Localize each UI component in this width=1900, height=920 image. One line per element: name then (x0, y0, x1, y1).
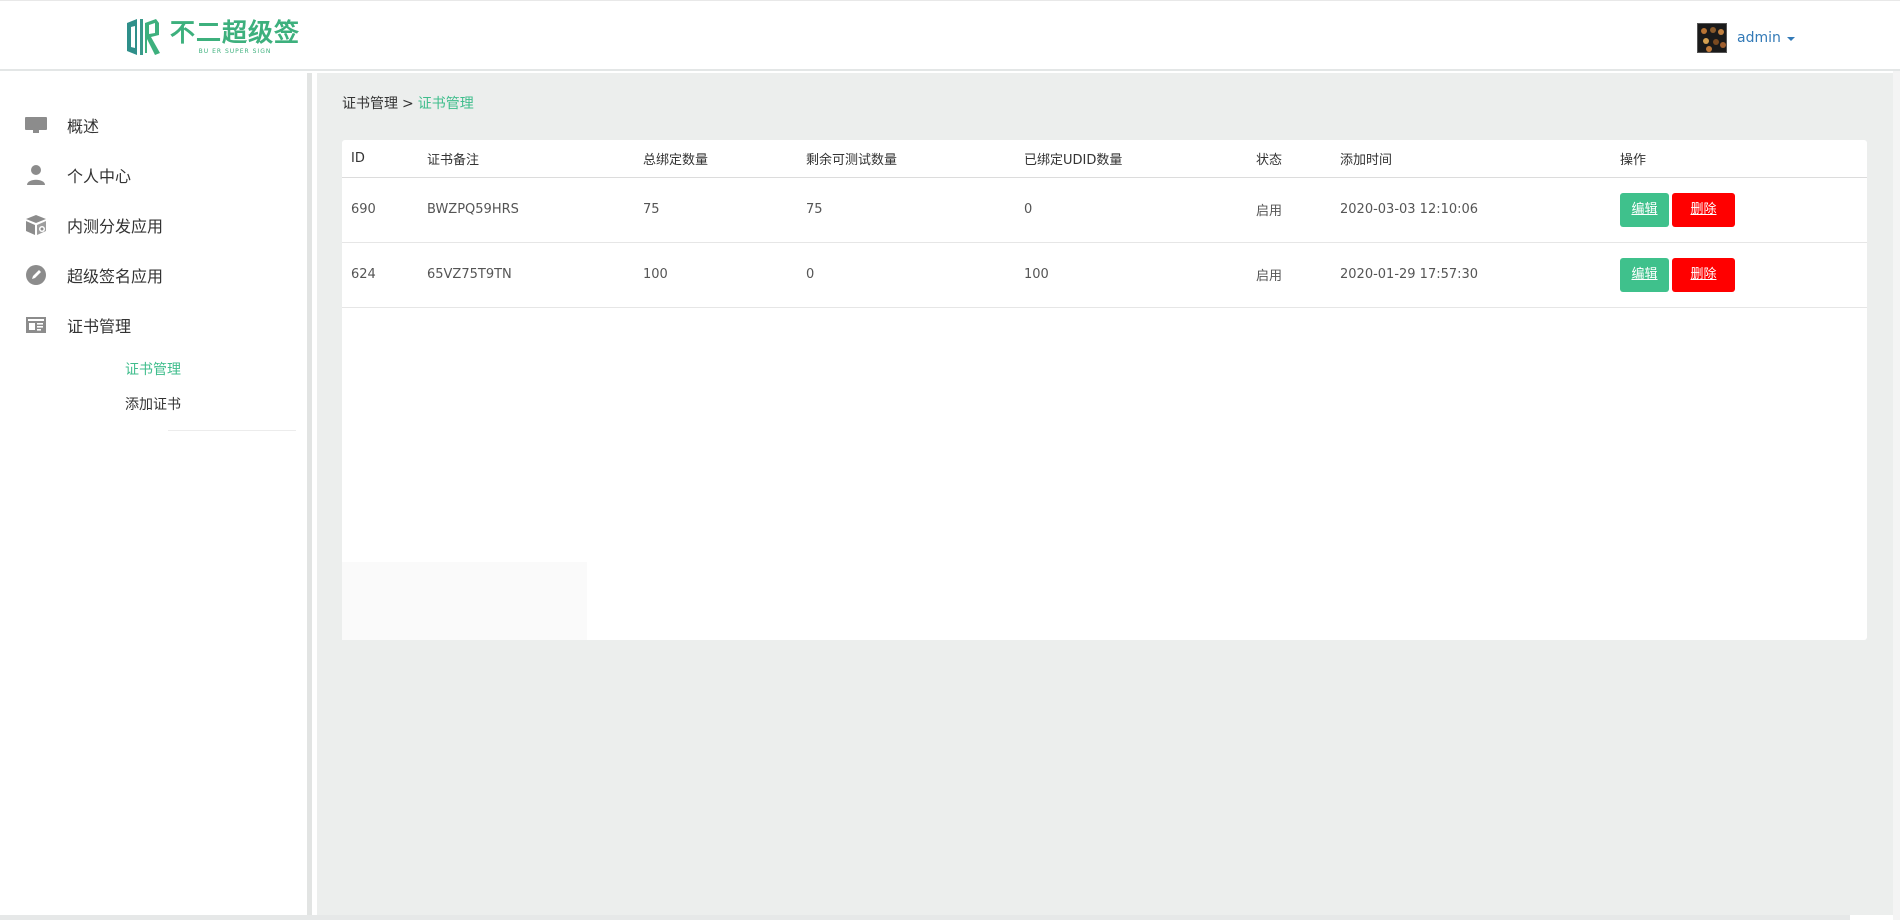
page-scrollbar[interactable] (1893, 71, 1900, 920)
panel-shade (342, 562, 587, 640)
top-header: 不二超级签 BU ER SUPER SIGN admin (0, 0, 1900, 71)
app-window: 不二超级签 BU ER SUPER SIGN admin 概述 个人中心 内测分… (0, 0, 1900, 920)
table-row: 624 65VZ75T9TN 100 0 100 启用 2020-01-29 1… (342, 242, 1867, 308)
avatar (1697, 23, 1727, 53)
sidebar-item-profile[interactable]: 个人中心 (0, 150, 300, 200)
column-header-note: 证书备注 (418, 140, 634, 178)
subnav-add-certificate[interactable]: 添加证书 (125, 394, 181, 414)
cell-note: BWZPQ59HRS (418, 177, 634, 243)
column-header-total: 总绑定数量 (634, 140, 797, 178)
table-header-row: ID 证书备注 总绑定数量 剩余可测试数量 已绑定UDID数量 状态 添加时间 … (342, 140, 1867, 178)
cell-actions: 编辑 删除 (1611, 177, 1867, 243)
cell-note: 65VZ75T9TN (418, 242, 634, 308)
pencil-icon (24, 263, 48, 287)
sidebar: 概述 个人中心 内测分发应用 超级签名应用 证书管理 证书管理 添加证书 (0, 73, 312, 915)
package-icon (24, 213, 48, 237)
delete-button[interactable]: 删除 (1672, 257, 1735, 292)
brand-logo[interactable]: 不二超级签 BU ER SUPER SIGN (123, 15, 300, 59)
cell-time: 2020-01-29 17:57:30 (1331, 242, 1611, 308)
edit-button[interactable]: 编辑 (1620, 257, 1669, 292)
cell-status: 启用 (1247, 177, 1331, 243)
column-header-actions: 操作 (1611, 140, 1867, 178)
cell-actions: 编辑 删除 (1611, 242, 1867, 308)
breadcrumb-current: 证书管理 (417, 96, 474, 112)
username-link[interactable]: admin (1737, 30, 1781, 46)
user-menu[interactable]: admin (1697, 23, 1795, 53)
subnav-certificate-management[interactable]: 证书管理 (125, 359, 181, 379)
sidebar-item-certificates[interactable]: 证书管理 (0, 300, 300, 350)
column-header-status: 状态 (1247, 140, 1331, 178)
column-header-bound-udid: 已绑定UDID数量 (1015, 140, 1247, 178)
main-content: 证书管理 > 证书管理 ID 证书备注 总绑定数量 剩余可测试数量 已绑定UDID数… (317, 73, 1900, 915)
delete-button[interactable]: 删除 (1672, 192, 1735, 227)
column-header-remaining: 剩余可测试数量 (797, 140, 1015, 178)
logo-subtitle: BU ER SUPER SIGN (198, 48, 272, 55)
breadcrumb-separator: > (402, 96, 414, 112)
sidebar-item-label: 个人中心 (67, 167, 132, 186)
cell-remaining: 0 (797, 242, 1015, 308)
sidebar-item-overview[interactable]: 概述 (0, 100, 300, 150)
cell-id: 690 (342, 177, 418, 243)
cell-total: 75 (634, 177, 797, 243)
certificate-table: ID 证书备注 总绑定数量 剩余可测试数量 已绑定UDID数量 状态 添加时间 … (342, 140, 1867, 308)
logo-text: 不二超级签 BU ER SUPER SIGN (170, 18, 301, 56)
sidebar-item-label: 概述 (67, 117, 100, 136)
column-header-time: 添加时间 (1331, 140, 1611, 178)
chevron-down-icon[interactable] (1786, 37, 1795, 41)
subnav-divider (168, 430, 296, 431)
id-card-icon (24, 313, 48, 337)
monitor-icon (24, 113, 48, 137)
logo-title: 不二超级签 (170, 18, 301, 47)
sidebar-item-beta-distribution[interactable]: 内测分发应用 (0, 200, 300, 250)
cell-time: 2020-03-03 12:10:06 (1331, 177, 1611, 243)
cell-total: 100 (634, 242, 797, 308)
cell-status: 启用 (1247, 242, 1331, 308)
bottom-edge (0, 915, 1850, 920)
cell-bound: 100 (1015, 242, 1247, 308)
sidebar-item-label: 超级签名应用 (67, 267, 164, 286)
user-icon (24, 163, 48, 187)
table-row: 690 BWZPQ59HRS 75 75 0 启用 2020-03-03 12:… (342, 177, 1867, 243)
cell-remaining: 75 (797, 177, 1015, 243)
logo-mark-icon (127, 19, 160, 55)
sidebar-item-label: 证书管理 (67, 317, 132, 336)
sidebar-item-super-sign[interactable]: 超级签名应用 (0, 250, 300, 300)
certificate-table-panel: ID 证书备注 总绑定数量 剩余可测试数量 已绑定UDID数量 状态 添加时间 … (342, 140, 1867, 640)
breadcrumb: 证书管理 > 证书管理 (342, 93, 474, 113)
edit-button[interactable]: 编辑 (1620, 192, 1669, 227)
cell-bound: 0 (1015, 177, 1247, 243)
cell-id: 624 (342, 242, 418, 308)
breadcrumb-parent[interactable]: 证书管理 (342, 96, 398, 112)
column-header-id: ID (342, 140, 418, 178)
sidebar-item-label: 内测分发应用 (67, 217, 164, 236)
